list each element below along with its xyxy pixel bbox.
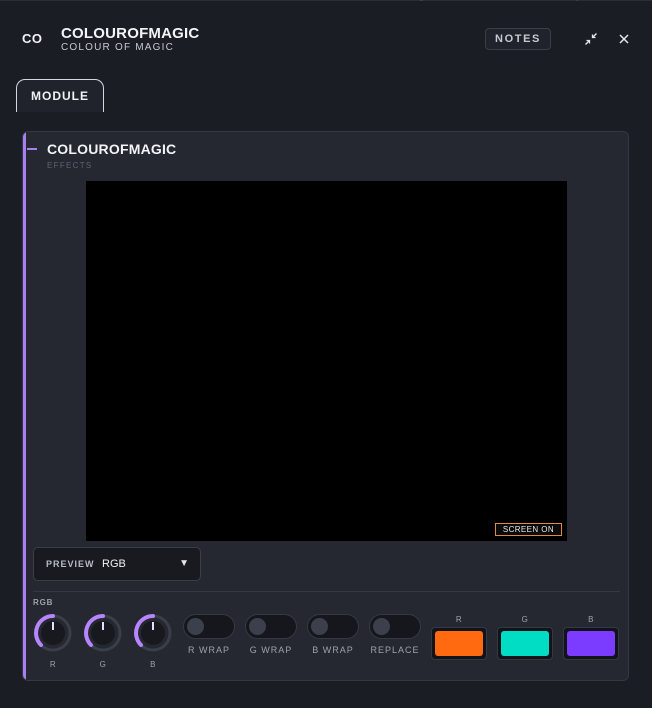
swatch-b-label: B	[588, 615, 594, 624]
close-icon[interactable]	[616, 31, 632, 47]
swatch-g-label: G	[521, 615, 529, 624]
swatch-b[interactable]	[563, 627, 619, 660]
preview-screen: SCREEN ON	[86, 181, 567, 541]
toggle-replace[interactable]	[369, 614, 421, 639]
toggle-thumb	[187, 618, 204, 635]
toggle-g-wrap-label: G WRAP	[249, 645, 293, 655]
screen-on-badge[interactable]: SCREEN ON	[494, 523, 562, 536]
knob-r[interactable]	[33, 613, 73, 653]
toggle-thumb	[249, 618, 266, 635]
panel-title: COLOUROFMAGIC	[47, 141, 177, 157]
preview-label: PREVIEW	[46, 559, 95, 569]
swatch-g[interactable]	[497, 627, 553, 660]
knob-b-label: B	[150, 660, 156, 669]
collapse-dash-icon[interactable]	[27, 148, 37, 150]
knob-g-label: G	[99, 660, 107, 669]
swatch-b-fill	[567, 631, 615, 656]
preview-select[interactable]: PREVIEW RGB ▼	[33, 547, 201, 581]
dropdown-arrow-icon: ▼	[179, 558, 189, 569]
rgb-section-label: RGB	[33, 598, 54, 607]
module-subtitle: COLOUR OF MAGIC	[61, 42, 175, 53]
notes-button[interactable]: NOTES	[485, 28, 551, 50]
toggle-r-wrap-label: R WRAP	[188, 645, 230, 655]
panel-accent-bar	[23, 132, 26, 680]
swatch-r[interactable]	[431, 627, 487, 660]
panel-subtitle: EFFECTS	[47, 161, 93, 170]
toggle-r-wrap[interactable]	[183, 614, 235, 639]
toggle-thumb	[373, 618, 390, 635]
swatch-g-fill	[501, 631, 549, 656]
toggle-thumb	[311, 618, 328, 635]
collapse-arrows-icon[interactable]	[583, 31, 599, 47]
effects-panel: COLOUROFMAGIC EFFECTS SCREEN ON PREVIEW …	[22, 131, 629, 681]
knob-g[interactable]	[83, 613, 123, 653]
knob-b[interactable]	[133, 613, 173, 653]
toggle-b-wrap[interactable]	[307, 614, 359, 639]
toggle-b-wrap-label: B WRAP	[312, 645, 354, 655]
section-divider	[33, 591, 620, 592]
knob-r-label: R	[49, 660, 57, 669]
module-header: CO COLOUROFMAGIC COLOUR OF MAGIC NOTES	[0, 0, 652, 78]
toggle-g-wrap[interactable]	[245, 614, 297, 639]
swatch-r-fill	[435, 631, 483, 656]
module-title: COLOUROFMAGIC	[61, 25, 200, 42]
preview-value: RGB	[102, 558, 126, 570]
swatch-r-label: R	[455, 615, 463, 624]
module-badge: CO	[22, 31, 43, 46]
toggle-replace-label: REPLACE	[370, 645, 420, 655]
tab-module[interactable]: MODULE	[16, 79, 104, 112]
